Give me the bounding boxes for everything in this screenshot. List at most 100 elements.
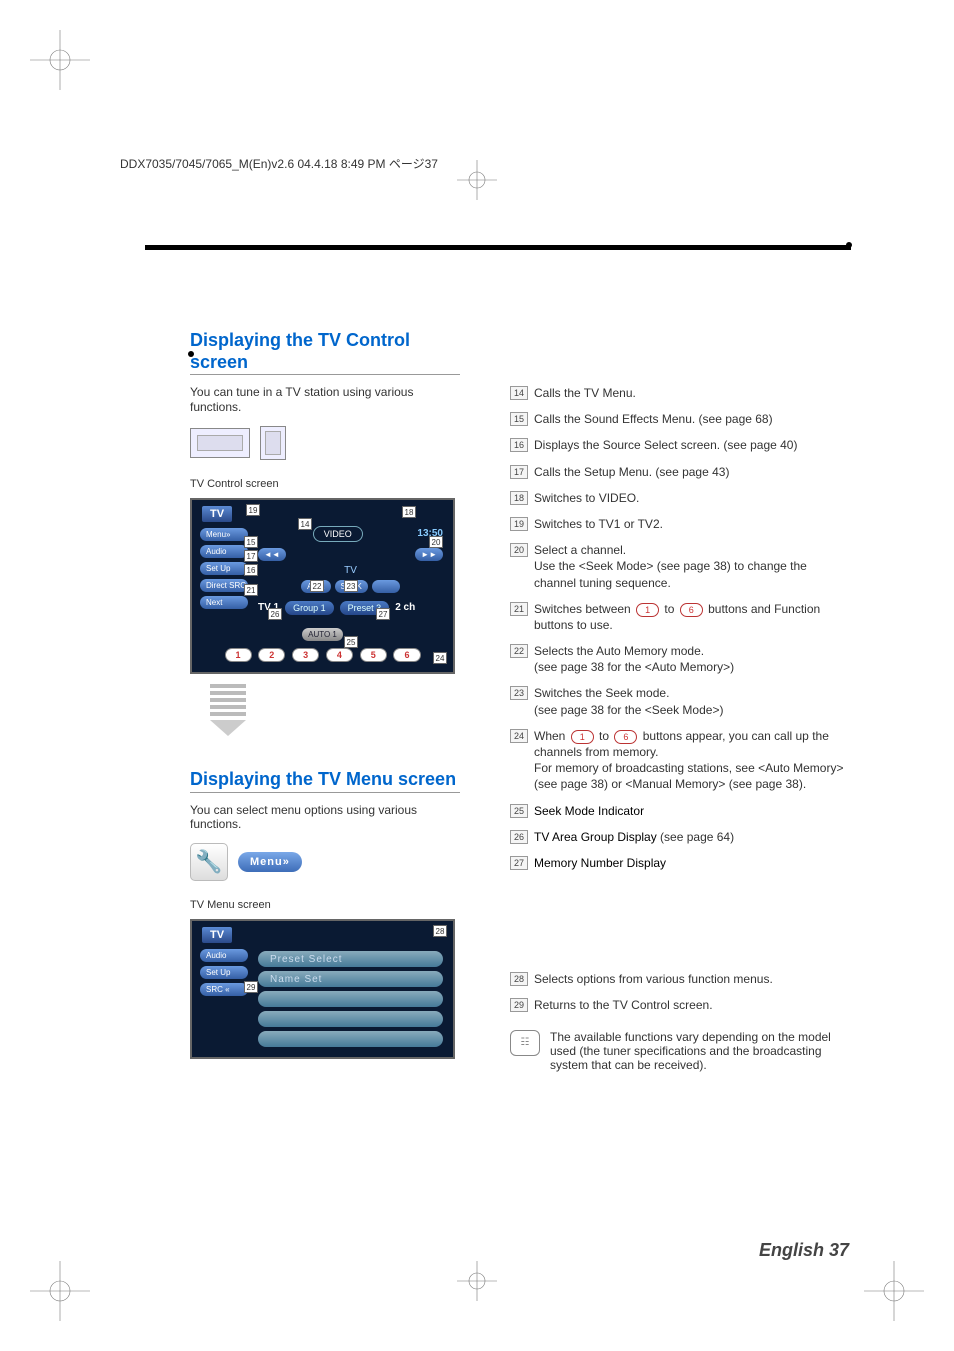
idx-19: 19 [510,517,528,531]
idx-20: 20 [510,543,528,557]
desc-28: Selects options from various function me… [534,971,773,987]
preset-5-button[interactable]: 5 [360,648,387,662]
desc-23: Switches the Seek mode. (see page 38 for… [534,685,723,717]
divider-bar [145,245,851,250]
idx-17: 17 [510,465,528,479]
desc-24: When 1 to 6 buttons appear, you can call… [534,728,849,793]
callout-16: 16 [244,564,258,576]
crop-mark-icon [457,160,497,200]
pill-6: 6 [680,603,703,617]
note-icon: ☷ [510,1030,540,1056]
callout-17: 17 [244,550,258,562]
seek-prev-button[interactable]: ◄◄ [258,548,286,561]
callout-27: 27 [376,608,390,620]
idx-22: 22 [510,644,528,658]
screenshot-caption: TV Control screen [190,478,460,490]
tv-control-screenshot: TV Menu» Audio Set Up Direct SRC Next [190,498,455,674]
video-button[interactable]: VIDEO [313,526,363,542]
content: Displaying the TV Control screen You can… [190,330,849,1072]
blank-option[interactable] [258,1031,443,1047]
down-arrow-icon [210,684,246,736]
wrench-icon: 🔧 [190,843,228,881]
desc-29: Returns to the TV Control screen. [534,997,713,1013]
page: DDX7035/7045/7065_M(En)v2.6 04.4.18 8:49… [0,0,954,1351]
crop-mark-icon [30,1261,90,1321]
next-button[interactable]: Next [200,596,248,609]
blank-option[interactable] [258,1011,443,1027]
idx-15: 15 [510,412,528,426]
desc-18: Switches to VIDEO. [534,490,639,506]
blank-option[interactable] [258,991,443,1007]
right-column: 14Calls the TV Menu. 15Calls the Sound E… [510,330,849,1072]
desc-19: Switches to TV1 or TV2. [534,516,663,532]
note-box: ☷ The available functions vary depending… [510,1030,849,1072]
menu-back-button[interactable]: SRC « [200,983,248,996]
crop-mark-icon [457,1261,497,1301]
callout-20: 20 [429,536,443,548]
name-set-option[interactable]: Name Set [258,971,443,987]
source-tab-menu[interactable]: TV [202,927,232,943]
source-tab[interactable]: TV [202,506,232,522]
setup-button[interactable]: Set Up [200,562,248,575]
menu-button[interactable]: Menu» [200,528,248,541]
callout-15: 15 [244,536,258,548]
preset-1-button[interactable]: 1 [225,648,252,662]
idx-27: 27 [510,856,528,870]
audio-button[interactable]: Audio [200,545,248,558]
pill-6b: 6 [614,730,637,744]
section-title-tv-control: Displaying the TV Control screen [190,330,460,375]
desc-16: Displays the Source Select screen. (see … [534,437,797,453]
idx-29: 29 [510,998,528,1012]
callout-23: 23 [344,580,358,592]
description-list-2: 28 Selects options from various function … [510,971,849,1013]
preset-number-bar: 1 2 3 4 5 6 [196,640,449,662]
desc-26: TV Area Group Display (see page 64) [534,829,734,845]
preset-3-button[interactable]: 3 [292,648,319,662]
preset-6-button[interactable]: 6 [393,648,420,662]
blank-button[interactable] [372,580,400,593]
preset-4-button[interactable]: 4 [326,648,353,662]
menu-label: Menu» [206,530,230,539]
tv-label: TV [258,565,443,576]
pill-1: 1 [636,603,659,617]
channel-number: 2 ch [395,602,415,613]
menu-setup-button[interactable]: Set Up [200,966,248,979]
tv-menu-screenshot: TV Audio Set Up SRC « Preset Select Name… [190,919,455,1059]
seek-next-button[interactable]: ►► [415,548,443,561]
callout-14: 14 [298,518,312,530]
desc-14: Calls the TV Menu. [534,385,636,401]
menu-screenshot-caption: TV Menu screen [190,899,460,911]
preset-2-button[interactable]: 2 [258,648,285,662]
callout-19: 19 [246,504,260,516]
idx-16: 16 [510,438,528,452]
callout-26: 26 [268,608,282,620]
remote-icon [260,426,286,460]
idx-23: 23 [510,686,528,700]
idx-24: 24 [510,729,528,743]
print-header: DDX7035/7045/7065_M(En)v2.6 04.4.18 8:49… [120,155,438,172]
tool-row: 🔧 Menu» [190,843,460,881]
idx-25: 25 [510,804,528,818]
intro-tv-menu: You can select menu options using variou… [190,803,460,832]
device-illustrations [190,426,460,460]
callout-21: 21 [244,584,258,596]
callout-22: 22 [310,580,324,592]
callout-18: 18 [402,506,416,518]
crop-mark-icon [864,1261,924,1321]
menu-pill[interactable]: Menu» [238,852,302,872]
idx-28: 28 [510,972,528,986]
section-title-tv-menu: Displaying the TV Menu screen [190,769,460,793]
preset-select-option[interactable]: Preset Select [258,951,443,967]
direct-src-button[interactable]: Direct SRC [200,579,248,592]
callout-25: 25 [344,636,358,648]
monitor-icon [190,428,250,458]
seek-mode-indicator: AUTO 1 [302,628,343,641]
menu-audio-button[interactable]: Audio [200,949,248,962]
idx-26: 26 [510,830,528,844]
pill-1b: 1 [571,730,594,744]
note-text: The available functions vary depending o… [550,1030,849,1072]
idx-18: 18 [510,491,528,505]
crop-mark-icon [30,30,90,90]
desc-20: Select a channel. Use the <Seek Mode> (s… [534,542,849,591]
page-footer: English 37 [759,1240,849,1261]
